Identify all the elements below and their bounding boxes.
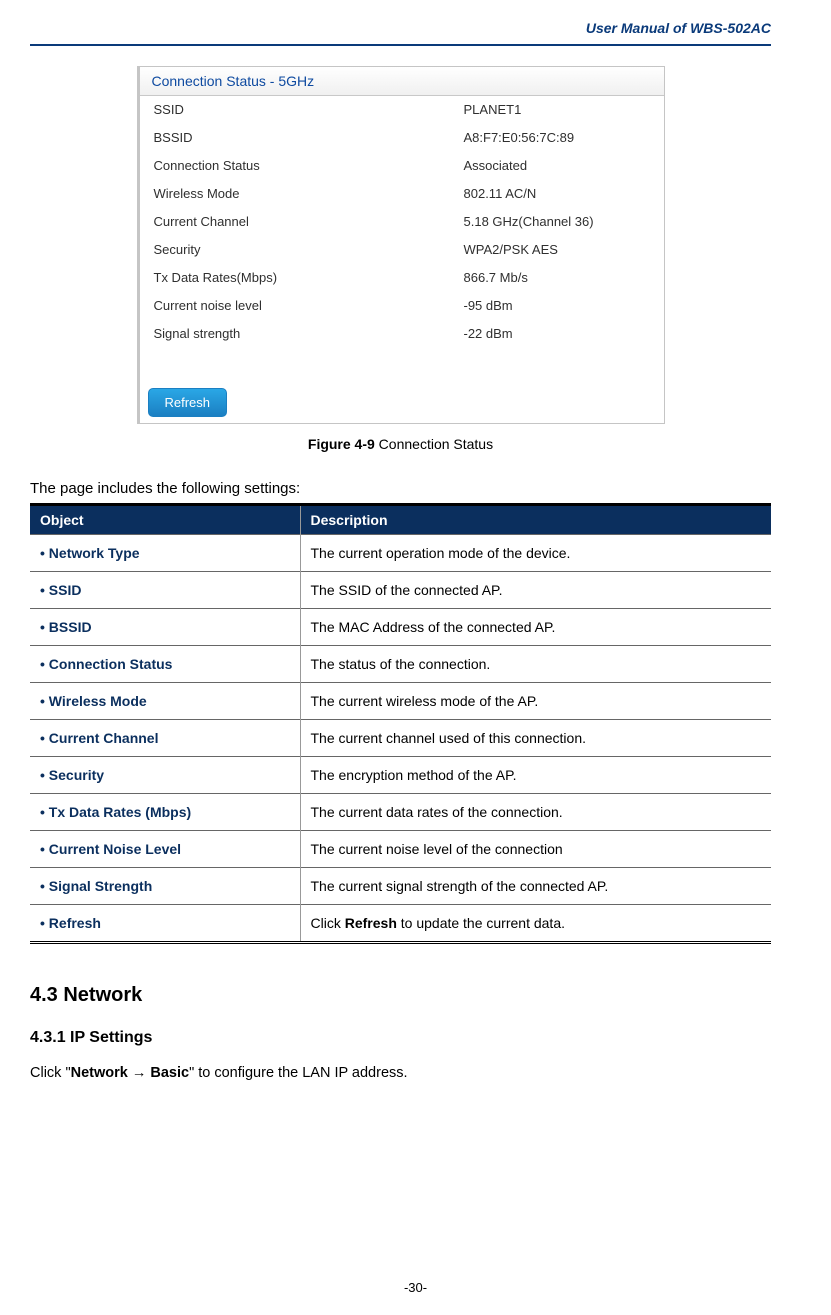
screenshot-value: 802.11 AC/N [464, 182, 650, 206]
intro-text: The page includes the following settings… [30, 480, 771, 497]
table-object-cell: Network Type [30, 535, 300, 572]
table-row: Signal StrengthThe current signal streng… [30, 868, 771, 905]
page-number: -30- [0, 1280, 831, 1295]
page-header: User Manual of WBS-502AC [30, 20, 771, 46]
screenshot-value: PLANET1 [464, 98, 650, 122]
figure-caption: Figure 4-9 Connection Status [30, 436, 771, 452]
screenshot-value: -22 dBm [464, 322, 650, 346]
screenshot-title: Connection Status - 5GHz [140, 67, 664, 96]
table-row: Network TypeThe current operation mode o… [30, 535, 771, 572]
screenshot-key: Tx Data Rates(Mbps) [154, 266, 464, 290]
section-4-3-heading: 4.3 Network [30, 984, 771, 1007]
table-object-cell: Tx Data Rates (Mbps) [30, 794, 300, 831]
table-head-object: Object [30, 505, 300, 535]
screenshot-row: Current noise level-95 dBm [140, 292, 664, 320]
table-desc-cell: The current operation mode of the device… [300, 535, 771, 572]
description-table: Object Description Network TypeThe curre… [30, 503, 771, 944]
table-desc-cell: The current signal strength of the conne… [300, 868, 771, 905]
section-4-3-1-heading: 4.3.1 IP Settings [30, 1029, 771, 1047]
refresh-button[interactable]: Refresh [148, 388, 228, 417]
table-desc-cell: The MAC Address of the connected AP. [300, 609, 771, 646]
screenshot-key: Connection Status [154, 154, 464, 178]
screenshot-row: BSSIDA8:F7:E0:56:7C:89 [140, 124, 664, 152]
screenshot-key: SSID [154, 98, 464, 122]
screenshot-body: SSIDPLANET1BSSIDA8:F7:E0:56:7C:89Connect… [140, 96, 664, 348]
table-object-cell: Current Noise Level [30, 831, 300, 868]
table-row: Connection StatusThe status of the conne… [30, 646, 771, 683]
page: User Manual of WBS-502AC Connection Stat… [0, 0, 831, 1315]
table-object-cell: Wireless Mode [30, 683, 300, 720]
screenshot-row: Connection StatusAssociated [140, 152, 664, 180]
screenshot-value: 5.18 GHz(Channel 36) [464, 210, 650, 234]
table-row: RefreshClick Refresh to update the curre… [30, 905, 771, 943]
screenshot-wrap: Connection Status - 5GHz SSIDPLANET1BSSI… [30, 66, 771, 424]
screenshot-value: -95 dBm [464, 294, 650, 318]
screenshot-key: Security [154, 238, 464, 262]
table-row: Wireless ModeThe current wireless mode o… [30, 683, 771, 720]
figure-label: Figure 4-9 [308, 436, 375, 452]
screenshot-value: WPA2/PSK AES [464, 238, 650, 262]
table-desc-cell: The current noise level of the connectio… [300, 831, 771, 868]
table-row: Current ChannelThe current channel used … [30, 720, 771, 757]
screenshot-key: Wireless Mode [154, 182, 464, 206]
table-row: SSIDThe SSID of the connected AP. [30, 572, 771, 609]
table-head-description: Description [300, 505, 771, 535]
table-object-cell: Refresh [30, 905, 300, 943]
table-desc-cell: The encryption method of the AP. [300, 757, 771, 794]
screenshot-value: Associated [464, 154, 650, 178]
table-row: SecurityThe encryption method of the AP. [30, 757, 771, 794]
screenshot-panel: Connection Status - 5GHz SSIDPLANET1BSSI… [137, 66, 665, 424]
table-desc-cell: The current data rates of the connection… [300, 794, 771, 831]
screenshot-value: A8:F7:E0:56:7C:89 [464, 126, 650, 150]
screenshot-key: Current Channel [154, 210, 464, 234]
table-row: Current Noise LevelThe current noise lev… [30, 831, 771, 868]
para-post: " to configure the LAN IP address. [189, 1065, 407, 1081]
table-desc-cell: The SSID of the connected AP. [300, 572, 771, 609]
table-object-cell: BSSID [30, 609, 300, 646]
screenshot-row: Signal strength-22 dBm [140, 320, 664, 348]
screenshot-gap [140, 348, 664, 388]
table-desc-cell: Click Refresh to update the current data… [300, 905, 771, 943]
figure-text: Connection Status [375, 436, 493, 452]
para-bold: Network → Basic [71, 1065, 189, 1081]
screenshot-row: Current Channel5.18 GHz(Channel 36) [140, 208, 664, 236]
screenshot-key: BSSID [154, 126, 464, 150]
table-row: Tx Data Rates (Mbps)The current data rat… [30, 794, 771, 831]
table-desc-cell: The current channel used of this connect… [300, 720, 771, 757]
table-desc-cell: The current wireless mode of the AP. [300, 683, 771, 720]
screenshot-value: 866.7 Mb/s [464, 266, 650, 290]
para-pre: Click " [30, 1065, 71, 1081]
ip-settings-paragraph: Click "Network → Basic" to configure the… [30, 1065, 771, 1081]
screenshot-row: Tx Data Rates(Mbps)866.7 Mb/s [140, 264, 664, 292]
table-row: BSSIDThe MAC Address of the connected AP… [30, 609, 771, 646]
screenshot-row: SSIDPLANET1 [140, 96, 664, 124]
screenshot-row: Wireless Mode802.11 AC/N [140, 180, 664, 208]
table-object-cell: Current Channel [30, 720, 300, 757]
table-object-cell: SSID [30, 572, 300, 609]
screenshot-key: Current noise level [154, 294, 464, 318]
screenshot-key: Signal strength [154, 322, 464, 346]
table-object-cell: Security [30, 757, 300, 794]
screenshot-row: SecurityWPA2/PSK AES [140, 236, 664, 264]
table-object-cell: Signal Strength [30, 868, 300, 905]
table-object-cell: Connection Status [30, 646, 300, 683]
table-desc-cell: The status of the connection. [300, 646, 771, 683]
